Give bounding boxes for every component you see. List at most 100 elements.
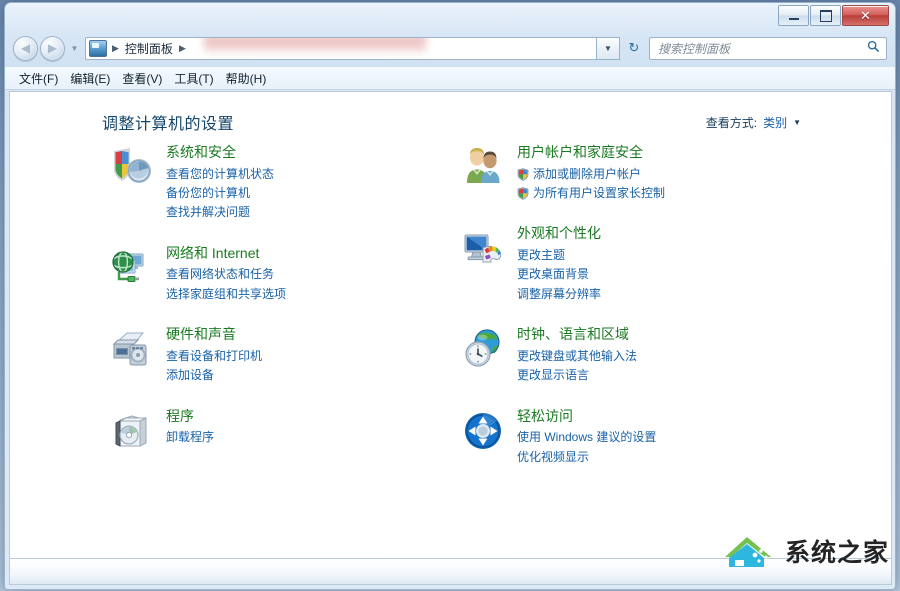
view-by-control: 查看方式: 类别 ▼ [706, 114, 801, 131]
category-programs: 程序 卸载程序 [106, 408, 466, 453]
category-link[interactable]: 使用 Windows 建议的设置 [517, 428, 656, 447]
category-link[interactable]: 更改桌面背景 [517, 265, 601, 284]
uac-shield-icon [517, 167, 529, 181]
category-link-label: 添加或删除用户帐户 [533, 166, 642, 181]
category-link[interactable]: 查看您的计算机状态 [166, 165, 274, 184]
refresh-icon: ↻ [628, 40, 640, 55]
watermark-text: 系统之家 [784, 538, 889, 567]
breadcrumb-control-panel[interactable]: 控制面板 [122, 40, 176, 57]
category-title-user-accounts-and-family-safety[interactable]: 用户帐户和家庭安全 [517, 144, 665, 162]
category-link[interactable]: 添加设备 [166, 366, 262, 385]
category-link-label: 使用 Windows 建议的设置 [517, 430, 657, 445]
address-dropdown-button[interactable]: ▼ [597, 36, 620, 60]
address-bar[interactable]: ▶ 控制面板 ▶ [85, 36, 597, 60]
category-link-label: 备份您的计算机 [166, 185, 251, 200]
category-link[interactable]: 查看设备和打印机 [166, 347, 262, 366]
forward-button[interactable]: ▶ [40, 35, 65, 61]
maximize-button[interactable] [810, 5, 841, 26]
menu-item-edit[interactable]: 编辑(E) [70, 68, 122, 89]
category-link[interactable]: 调整屏幕分辨率 [517, 285, 601, 304]
monitor-palette-icon [457, 225, 509, 304]
category-network-and-internet: 网络和 Internet 查看网络状态和任务选择家庭组和共享选项 [106, 245, 466, 304]
category-link[interactable]: 查找并解决问题 [166, 203, 274, 222]
menu-item-tools[interactable]: 工具(T) [174, 68, 225, 89]
category-hardware-and-sound: 硬件和声音查看设备和打印机添加设备 [106, 326, 466, 385]
category-link[interactable]: 更改主题 [517, 246, 601, 265]
category-link[interactable]: 添加或删除用户帐户 [517, 165, 665, 184]
category-link-label: 查看设备和打印机 [166, 348, 263, 363]
window-controls: ✕ [778, 5, 889, 26]
category-body: 网络和 Internet 查看网络状态和任务选择家庭组和共享选项 [158, 245, 286, 304]
house-logo-icon [724, 537, 771, 567]
maximize-icon [819, 9, 832, 22]
category-ease-of-access: 轻松访问使用 Windows 建议的设置 优化视频显示 [457, 408, 817, 467]
category-title-hardware-and-sound[interactable]: 硬件和声音 [166, 326, 262, 344]
content-pane: 调整计算机的设置 查看方式: 类别 ▼ 系统和安全 查看您的计算机状态 备份您的计 [9, 91, 892, 561]
category-link-label: 查看网络状态和任务 [166, 267, 275, 282]
software-box-icon [106, 408, 158, 453]
category-title-network-and-internet[interactable]: 网络和 Internet [166, 245, 286, 263]
search-input[interactable]: 搜索控制面板 [649, 36, 887, 60]
title-bar: ✕ [5, 3, 895, 29]
category-link[interactable]: 卸载程序 [166, 428, 214, 447]
right-category-column: 用户帐户和家庭安全添加或删除用户帐户为所有用户设置家长控制 外观和个性化 更改主题… [457, 144, 817, 489]
printer-icon [106, 326, 158, 385]
category-link-label: 查找并解决问题 [166, 205, 251, 220]
forward-arrow-icon: ▶ [47, 41, 58, 55]
menu-item-file[interactable]: 文件(F) [19, 68, 70, 89]
category-link[interactable]: 更改键盘或其他输入法 [517, 347, 637, 366]
category-body: 轻松访问使用 Windows 建议的设置 优化视频显示 [509, 408, 656, 467]
category-body: 程序 卸载程序 [158, 408, 214, 453]
navigation-bar: ◀ ▶ ▼ ▶ 控制面板 ▶ ▼ ↻ 搜索控制面板 [5, 33, 895, 63]
back-arrow-icon: ◀ [20, 41, 31, 55]
category-link[interactable]: 更改显示语言 [517, 366, 637, 385]
clock-globe-icon [457, 326, 509, 385]
breadcrumb-separator-icon: ▶ [112, 42, 119, 53]
minimize-icon [788, 17, 799, 20]
menu-item-view[interactable]: 查看(V) [122, 68, 174, 89]
view-by-value[interactable]: 类别 [763, 114, 787, 131]
category-link[interactable]: 选择家庭组和共享选项 [166, 285, 286, 304]
category-link-label: 更改主题 [517, 247, 566, 262]
category-link-label: 卸载程序 [166, 430, 215, 445]
back-button[interactable]: ◀ [13, 35, 38, 61]
search-icon [864, 40, 886, 56]
category-link[interactable]: 备份您的计算机 [166, 184, 274, 203]
category-user-accounts-and-family-safety: 用户帐户和家庭安全添加或删除用户帐户为所有用户设置家长控制 [457, 144, 817, 203]
control-panel-icon [89, 39, 107, 57]
minimize-button[interactable] [778, 5, 809, 26]
category-body: 硬件和声音查看设备和打印机添加设备 [158, 326, 262, 385]
category-appearance-and-personalization: 外观和个性化 更改主题更改桌面背景 调整屏幕分辨率 [457, 225, 817, 304]
uac-shield-icon [517, 187, 529, 200]
ease-of-access-icon [457, 408, 509, 467]
category-title-system-and-security[interactable]: 系统和安全 [166, 144, 274, 162]
chevron-down-icon[interactable]: ▼ [793, 118, 801, 127]
category-link-label: 优化视频显示 [517, 449, 590, 464]
category-link[interactable]: 优化视频显示 [517, 448, 656, 467]
left-category-column: 系统和安全查看您的计算机状态 备份您的计算机 查找并解决问题 网络和 Interne… [106, 144, 466, 475]
category-title-appearance-and-personalization[interactable]: 外观和个性化 [517, 225, 601, 243]
recent-pages-button[interactable]: ▼ [68, 44, 81, 53]
category-link[interactable]: 查看网络状态和任务 [166, 265, 286, 284]
category-system-and-security: 系统和安全查看您的计算机状态 备份您的计算机 查找并解决问题 [106, 144, 466, 223]
refresh-button[interactable]: ↻ [622, 37, 646, 60]
redacted-region [204, 37, 426, 55]
watermark: 系统之家 [721, 531, 889, 571]
category-link-label: 调整屏幕分辨率 [517, 286, 602, 301]
category-link-label: 更改键盘或其他输入法 [517, 348, 638, 363]
close-icon: ✕ [860, 8, 871, 23]
category-link[interactable]: 为所有用户设置家长控制 [517, 184, 665, 203]
page-title: 调整计算机的设置 [102, 116, 235, 133]
menu-item-help[interactable]: 帮助(H) [226, 68, 279, 89]
view-by-label: 查看方式: [705, 116, 758, 130]
category-body: 用户帐户和家庭安全添加或删除用户帐户为所有用户设置家长控制 [509, 144, 665, 203]
category-link-label: 更改显示语言 [517, 368, 590, 383]
category-link-label: 更改桌面背景 [517, 267, 590, 282]
category-body: 时钟、语言和区域 更改键盘或其他输入法 更改显示语言 [509, 326, 637, 385]
breadcrumb-separator-icon-2[interactable]: ▶ [176, 43, 189, 54]
category-title-ease-of-access[interactable]: 轻松访问 [517, 408, 656, 426]
category-title-programs[interactable]: 程序 [166, 408, 214, 426]
close-button[interactable]: ✕ [842, 5, 889, 26]
users-icon [457, 144, 509, 203]
category-title-clock-language-and-region[interactable]: 时钟、语言和区域 [517, 326, 637, 344]
